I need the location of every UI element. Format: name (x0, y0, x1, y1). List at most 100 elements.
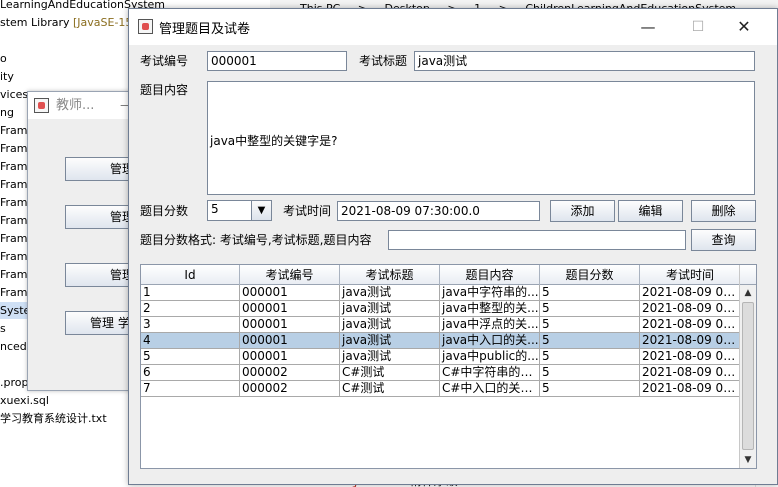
tree-item[interactable]: Syste (0, 302, 31, 319)
close-button[interactable]: ✕ (721, 9, 767, 45)
query-button[interactable]: 查询 (691, 229, 756, 251)
cell-content[interactable]: java中整型的关... (440, 301, 540, 317)
tree-system-library[interactable]: stem Library [JavaSE-15] (0, 14, 137, 31)
tree-item[interactable]: Fram (0, 158, 28, 175)
scrollbar-corner (740, 265, 756, 285)
tree-item[interactable]: vices (0, 86, 28, 103)
score-label: 题目分数 (140, 204, 189, 218)
tree-item[interactable]: Fram (0, 212, 28, 229)
table-row[interactable]: 3 000001 java测试 java中浮点的关... 5 2021-08-09 07:… (141, 317, 741, 333)
column-header-exam-no[interactable]: 考试编号 (240, 265, 340, 285)
cell-id[interactable]: 1 (141, 285, 240, 301)
cell-exam-time[interactable]: 2021-08-09 07:... (640, 365, 741, 381)
cell-content[interactable]: java中入口的关... (440, 333, 540, 349)
scroll-down-arrow-icon[interactable]: ▼ (740, 452, 756, 468)
cell-score[interactable]: 5 (540, 317, 640, 333)
cell-score[interactable]: 5 (540, 301, 640, 317)
exam-title-input[interactable]: java测试 (414, 51, 755, 71)
tree-item[interactable]: 学习教育系统设计.txt (0, 410, 107, 427)
cell-id[interactable]: 5 (141, 349, 240, 365)
cell-id[interactable]: 3 (141, 317, 240, 333)
table-header: Id 考试编号 考试标题 题目内容 题目分数 考试时间 (141, 265, 741, 285)
cell-exam-time[interactable]: 2021-08-09 07:... (640, 285, 741, 301)
tree-item[interactable]: Fram (0, 140, 28, 157)
tree-item[interactable]: Fram (0, 230, 28, 247)
tree-item[interactable]: Fram (0, 176, 28, 193)
cell-exam-time[interactable]: 2021-08-09 07:... (640, 301, 741, 317)
tree-item[interactable]: Fram (0, 248, 28, 265)
scroll-up-arrow-icon[interactable]: ▲ (740, 285, 756, 301)
content-label: 题目内容 (140, 83, 189, 97)
table-row[interactable]: 1 000001 java测试 java中字符串的... 5 2021-08-09 07:… (141, 285, 741, 301)
cell-exam-no[interactable]: 000002 (240, 381, 340, 397)
tree-item[interactable]: Fram (0, 284, 28, 301)
table-row[interactable]: 7 000002 C#测试 C#中入口的关键... 5 2021-08-09 07:... (141, 381, 741, 397)
java-app-icon (34, 98, 49, 113)
cell-exam-time[interactable]: 2021-08-09 07:... (640, 333, 741, 349)
cell-exam-title[interactable]: C#测试 (340, 365, 440, 381)
cell-score[interactable]: 5 (540, 285, 640, 301)
table-row[interactable]: 4 000001 java测试 java中入口的关... 5 2021-08-09 07:… (141, 333, 741, 349)
cell-exam-title[interactable]: java测试 (340, 301, 440, 317)
table-row[interactable]: 6 000002 C#测试 C#中字符串的关... 5 2021-08-09 07:... (141, 365, 741, 381)
cell-exam-title[interactable]: C#测试 (340, 381, 440, 397)
tree-item[interactable]: o (0, 50, 7, 67)
content-text: java中整型的关键字是? (210, 134, 338, 148)
title-bar[interactable]: 管理题目及试卷 — ☐ ✕ (129, 9, 777, 45)
cell-exam-time[interactable]: 2021-08-09 07:... (640, 317, 741, 333)
tree-item[interactable]: xuexi.sql (0, 392, 49, 409)
delete-button[interactable]: 删除 (691, 200, 756, 222)
content-textarea[interactable]: java中整型的关键字是? (207, 81, 755, 195)
cell-exam-title[interactable]: java测试 (340, 333, 440, 349)
cell-content[interactable]: java中浮点的关... (440, 317, 540, 333)
cell-score[interactable]: 5 (540, 381, 640, 397)
cell-exam-no[interactable]: 000001 (240, 333, 340, 349)
exam-no-input[interactable]: 000001 (207, 51, 347, 71)
cell-exam-no[interactable]: 000001 (240, 349, 340, 365)
cell-exam-title[interactable]: java测试 (340, 317, 440, 333)
tree-item[interactable]: Fram (0, 122, 28, 139)
search-input[interactable] (388, 230, 686, 250)
cell-exam-title[interactable]: java测试 (340, 349, 440, 365)
table-row[interactable]: 2 000001 java测试 java中整型的关... 5 2021-08-09 07:… (141, 301, 741, 317)
cell-exam-time[interactable]: 2021-08-09 07:... (640, 349, 741, 365)
edit-button[interactable]: 编辑 (618, 200, 683, 222)
cell-exam-no[interactable]: 000001 (240, 285, 340, 301)
add-button[interactable]: 添加 (550, 200, 615, 222)
cell-id[interactable]: 4 (141, 333, 240, 349)
cell-id[interactable]: 2 (141, 301, 240, 317)
table-vertical-scrollbar[interactable]: ▲ ▼ (739, 265, 756, 468)
cell-exam-time[interactable]: 2021-08-09 07:... (640, 381, 741, 397)
exam-title-label: 考试标题 (359, 54, 408, 68)
tree-item[interactable]: ity (0, 68, 14, 85)
cell-exam-no[interactable]: 000001 (240, 301, 340, 317)
column-header-score[interactable]: 题目分数 (540, 265, 640, 285)
cell-id[interactable]: 7 (141, 381, 240, 397)
cell-content[interactable]: java中public的... (440, 349, 540, 365)
column-header-exam-time[interactable]: 考试时间 (640, 265, 741, 285)
cell-score[interactable]: 5 (540, 349, 640, 365)
tree-item[interactable]: Fram (0, 194, 28, 211)
column-header-id[interactable]: Id (141, 265, 240, 285)
column-header-content[interactable]: 题目内容 (440, 265, 540, 285)
cell-exam-no[interactable]: 000001 (240, 317, 340, 333)
tree-item[interactable]: Fram (0, 266, 28, 283)
cell-score[interactable]: 5 (540, 365, 640, 381)
scrollbar-thumb[interactable] (742, 302, 754, 450)
cell-content[interactable]: java中字符串的... (440, 285, 540, 301)
column-header-exam-title[interactable]: 考试标题 (340, 265, 440, 285)
cell-exam-no[interactable]: 000002 (240, 365, 340, 381)
chevron-down-icon[interactable]: ▼ (251, 201, 271, 220)
tree-item[interactable]: s (0, 320, 6, 337)
cell-score[interactable]: 5 (540, 333, 640, 349)
tree-item[interactable]: ng (0, 104, 14, 121)
cell-content[interactable]: C#中入口的关键... (440, 381, 540, 397)
table-row[interactable]: 5 000001 java测试 java中public的... 5 2021-08-09 … (141, 349, 741, 365)
exam-time-input[interactable]: 2021-08-09 07:30:00.0 (337, 201, 540, 221)
score-select[interactable]: 5 ▼ (207, 200, 272, 221)
cell-exam-title[interactable]: java测试 (340, 285, 440, 301)
maximize-button[interactable]: ☐ (675, 9, 721, 45)
cell-id[interactable]: 6 (141, 365, 240, 381)
cell-content[interactable]: C#中字符串的关... (440, 365, 540, 381)
minimize-button[interactable]: — (625, 9, 671, 45)
